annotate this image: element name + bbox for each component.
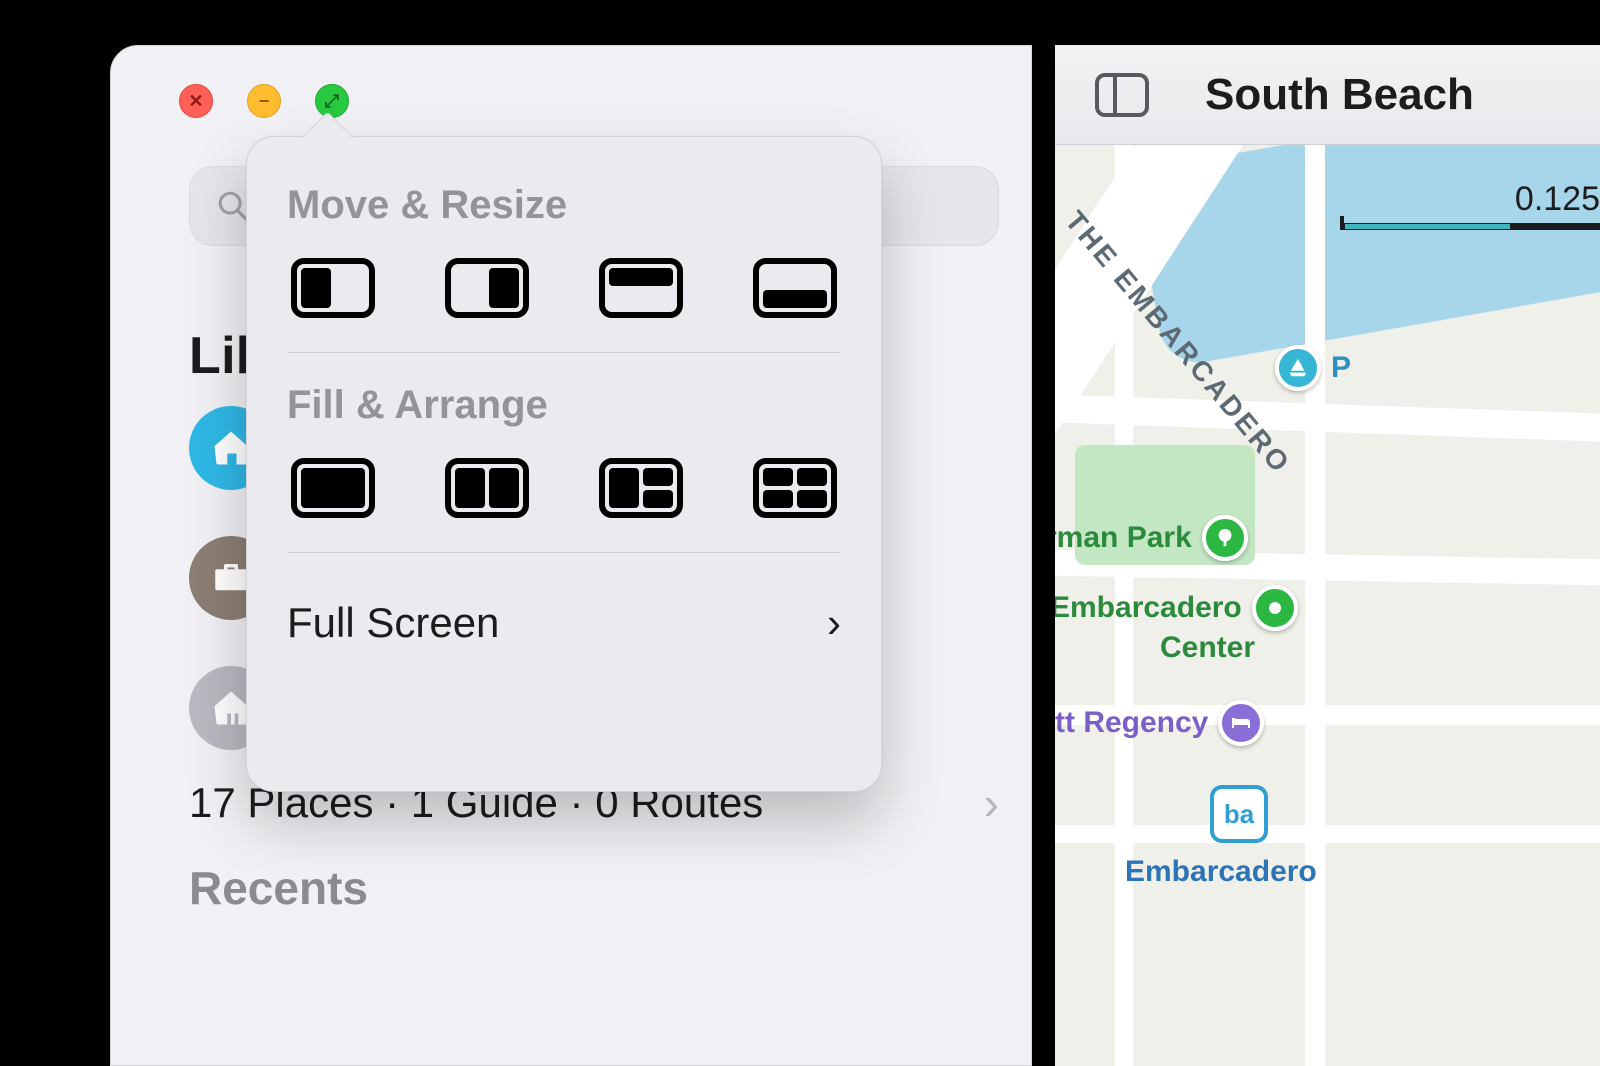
full-screen-label: Full Screen [287, 599, 499, 647]
map-title: South Beach [1205, 70, 1474, 120]
map-road [1305, 145, 1325, 1066]
fill-arrange-label: Fill & Arrange [287, 383, 841, 428]
popover-divider-2 [287, 552, 841, 553]
map-scale: 0.125 [1340, 180, 1600, 230]
chevron-right-icon: › [984, 776, 999, 830]
tree-icon [1202, 515, 1248, 561]
scale-value: 0.125 [1340, 180, 1600, 219]
minimize-button[interactable]: − [247, 84, 281, 118]
map-canvas[interactable]: 0.125 THE EMBARCADERO P rman Park Embarc… [1055, 145, 1600, 1066]
arrange-left-right[interactable] [441, 452, 533, 524]
map-road [1055, 825, 1600, 843]
zoom-button[interactable]: ⤢ [315, 84, 349, 118]
bart-logo-text: ba [1224, 799, 1254, 830]
tile-bottom-half[interactable] [749, 252, 841, 324]
bed-icon [1218, 700, 1264, 746]
recents-heading: Recents [189, 861, 368, 915]
move-resize-label: Move & Resize [287, 183, 841, 228]
arrange-three-up[interactable] [595, 452, 687, 524]
popover-divider-1 [287, 352, 841, 353]
fill-screen[interactable] [287, 452, 379, 524]
map-road [1055, 395, 1600, 444]
scale-bar [1340, 223, 1600, 230]
full-screen-row[interactable]: Full Screen › [287, 583, 841, 663]
arrange-quarters[interactable] [749, 452, 841, 524]
poi-bart-label: Embarcadero [1125, 855, 1317, 889]
sailboat-icon [1275, 345, 1321, 391]
map-header: South Beach [1055, 45, 1600, 145]
poi-bart-icon[interactable]: ba [1210, 785, 1268, 843]
poi-embarcadero-center[interactable]: Embarcadero Center [1055, 585, 1298, 665]
window-tiling-popover: Move & Resize Fill & Arrange Full [246, 136, 882, 792]
tile-right-half[interactable] [441, 252, 533, 324]
sidebar-toggle-icon[interactable] [1095, 73, 1149, 117]
close-button[interactable]: ✕ [179, 84, 213, 118]
fill-arrange-row [287, 452, 841, 524]
tile-left-half[interactable] [287, 252, 379, 324]
poi-label: Embarcadero [1055, 591, 1242, 625]
chevron-right-icon: › [827, 599, 841, 647]
poi-label: tt Regency [1055, 706, 1208, 740]
tile-top-half[interactable] [595, 252, 687, 324]
poi-label: P [1331, 351, 1351, 385]
search-icon [216, 189, 250, 223]
traffic-lights: ✕ − ⤢ [179, 84, 349, 118]
map-pane: South Beach 0.125 THE EMBARCADERO P rman… [1055, 45, 1600, 1066]
move-resize-row [287, 252, 841, 324]
poi-herman-park[interactable]: rman Park [1055, 515, 1248, 561]
poi-label: Center [1160, 631, 1255, 665]
poi-marina[interactable]: P [1275, 345, 1351, 391]
park-dot-icon [1252, 585, 1298, 631]
poi-hyatt-regency[interactable]: tt Regency [1055, 700, 1264, 746]
poi-label: rman Park [1055, 521, 1192, 555]
